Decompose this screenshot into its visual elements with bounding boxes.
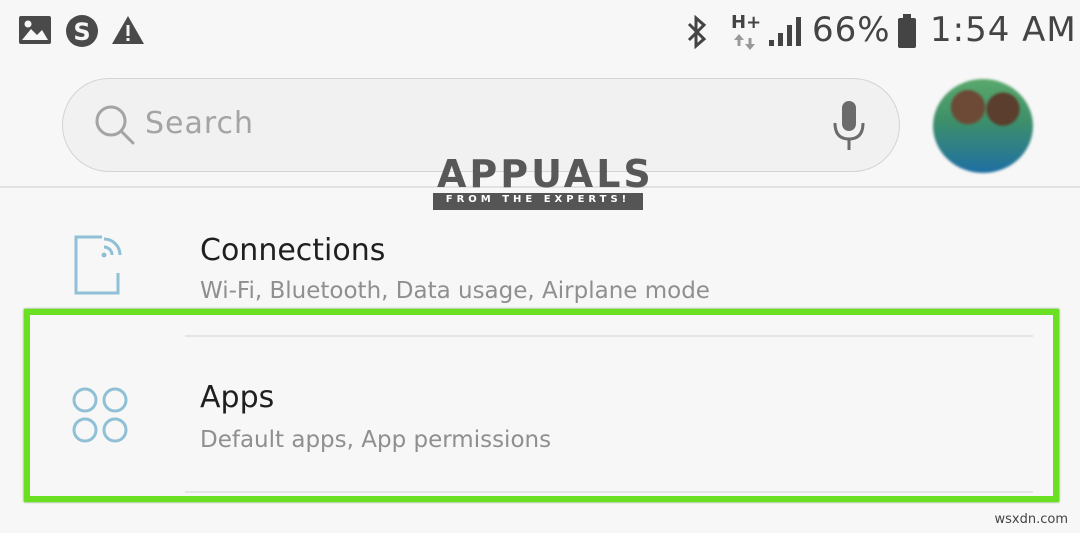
setting-row-connections[interactable]: Connections Wi-Fi, Bluetooth, Data usage…: [0, 215, 1080, 307]
avatar[interactable]: [933, 79, 1033, 173]
image-icon: [19, 16, 51, 44]
search-placeholder: Search: [145, 106, 255, 141]
connections-subtitle: Wi-Fi, Bluetooth, Data usage, Airplane m…: [200, 278, 710, 304]
search-icon: [95, 105, 135, 145]
connections-title: Connections: [200, 233, 386, 268]
appuals-watermark: APPUALS FROM THE EXPERTS!: [433, 142, 651, 212]
data-arrows-icon: [734, 34, 755, 50]
corner-watermark: wsxdn.com: [994, 512, 1069, 527]
connections-icon: [74, 235, 122, 295]
signal-icon: [769, 17, 801, 46]
skype-icon: S: [66, 15, 98, 47]
highlight-box: [24, 309, 1059, 502]
network-type-indicator: H+: [731, 12, 761, 52]
battery-icon: [898, 14, 916, 48]
warning-icon: [112, 16, 144, 44]
bluetooth-icon: [687, 15, 707, 49]
microphone-icon[interactable]: [829, 99, 869, 153]
status-bar: S H+ 66% 1:54 AM: [0, 0, 1080, 64]
watermark-tagline: FROM THE EXPERTS!: [445, 194, 631, 205]
battery-percent: 66%: [812, 10, 891, 50]
clock-time: 1:54 AM: [930, 10, 1077, 50]
network-type-label: H+: [731, 12, 762, 33]
watermark-brand: APPUALS: [437, 152, 654, 196]
svg-text:S: S: [73, 18, 90, 46]
